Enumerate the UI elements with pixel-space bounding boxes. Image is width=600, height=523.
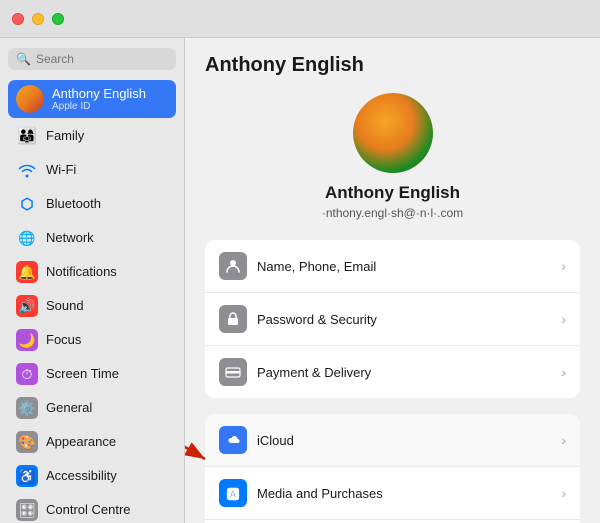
sidebar-item-appearance[interactable]: 🎨 Appearance: [8, 426, 176, 458]
icloud-icon: [219, 426, 247, 454]
network-icon: 🌐: [16, 227, 38, 249]
content-area: Anthony English Anthony English ·nthony.…: [185, 38, 600, 523]
password-chevron: ›: [561, 311, 566, 327]
content-inner: Anthony English Anthony English ·nthony.…: [185, 38, 600, 523]
sidebar-item-controlcentre-label: Control Centre: [46, 502, 131, 518]
red-arrow: [185, 424, 220, 484]
profile-name: Anthony English: [325, 183, 460, 203]
sidebar-item-screentime-label: Screen Time: [46, 366, 119, 382]
sidebar-item-wifi[interactable]: Wi-Fi: [8, 154, 176, 186]
icloud-label: iCloud: [257, 433, 561, 448]
sidebar: 🔍 Anthony English Apple ID 👨‍👩‍👧 Family: [0, 38, 185, 523]
sidebar-item-wifi-label: Wi-Fi: [46, 162, 76, 178]
sidebar-item-controlcentre[interactable]: 🎛 Control Centre: [8, 494, 176, 523]
services-menu-group: iCloud › 🅰 Media and Purchases ›: [205, 414, 580, 523]
services-section: iCloud › 🅰 Media and Purchases ›: [205, 414, 580, 523]
name-phone-icon: [219, 252, 247, 280]
sidebar-item-accessibility-label: Accessibility: [46, 468, 117, 484]
focus-icon: 🌙: [16, 329, 38, 351]
menu-item-name-phone[interactable]: Name, Phone, Email ›: [205, 240, 580, 293]
media-label: Media and Purchases: [257, 486, 561, 501]
sidebar-item-general-label: General: [46, 400, 92, 416]
menu-item-icloud[interactable]: iCloud ›: [205, 414, 580, 467]
sidebar-item-family-label: Family: [46, 128, 84, 144]
sidebar-item-network-label: Network: [46, 230, 94, 246]
profile-avatar[interactable]: [353, 93, 433, 173]
main-layout: 🔍 Anthony English Apple ID 👨‍👩‍👧 Family: [0, 38, 600, 523]
sound-icon: 🔊: [16, 295, 38, 317]
maximize-button[interactable]: [52, 13, 64, 25]
sidebar-item-screentime[interactable]: ⏱ Screen Time: [8, 358, 176, 390]
user-sublabel: Apple ID: [52, 101, 146, 112]
close-button[interactable]: [12, 13, 24, 25]
sidebar-item-general[interactable]: ⚙️ General: [8, 392, 176, 424]
payment-chevron: ›: [561, 364, 566, 380]
sidebar-item-family[interactable]: 👨‍👩‍👧 Family: [8, 120, 176, 152]
password-icon: [219, 305, 247, 333]
profile-section: Anthony English ·nthony.engl·sh@·n·l·.co…: [205, 93, 580, 220]
name-phone-label: Name, Phone, Email: [257, 259, 561, 274]
accessibility-icon: ♿: [16, 465, 38, 487]
bluetooth-icon: ⬡: [16, 193, 38, 215]
profile-email: ·nthony.engl·sh@·n·l·.com: [322, 206, 463, 220]
payment-label: Payment & Delivery: [257, 365, 561, 380]
screentime-icon: ⏱: [16, 363, 38, 385]
name-phone-chevron: ›: [561, 258, 566, 274]
page-title: Anthony English: [205, 54, 580, 77]
wifi-icon: [16, 159, 38, 181]
sidebar-item-sound[interactable]: 🔊 Sound: [8, 290, 176, 322]
media-icon: 🅰: [219, 479, 247, 507]
sidebar-item-accessibility[interactable]: ♿ Accessibility: [8, 460, 176, 492]
sidebar-item-network[interactable]: 🌐 Network: [8, 222, 176, 254]
icloud-chevron: ›: [561, 432, 566, 448]
menu-item-password[interactable]: Password & Security ›: [205, 293, 580, 346]
general-icon: ⚙️: [16, 397, 38, 419]
title-bar: [0, 0, 600, 38]
sidebar-item-focus[interactable]: 🌙 Focus: [8, 324, 176, 356]
sidebar-item-bluetooth[interactable]: ⬡ Bluetooth: [8, 188, 176, 220]
appearance-icon: 🎨: [16, 431, 38, 453]
payment-icon: [219, 358, 247, 386]
media-chevron: ›: [561, 485, 566, 501]
account-menu-group: Name, Phone, Email › Password & Security…: [205, 240, 580, 398]
menu-item-payment[interactable]: Payment & Delivery ›: [205, 346, 580, 398]
sidebar-item-notifications[interactable]: 🔔 Notifications: [8, 256, 176, 288]
family-icon: 👨‍👩‍👧: [16, 125, 38, 147]
menu-item-media[interactable]: 🅰 Media and Purchases ›: [205, 467, 580, 520]
search-icon: 🔍: [16, 52, 31, 66]
profile-avatar-image: [353, 93, 433, 173]
user-name: Anthony English: [52, 86, 146, 102]
search-box[interactable]: 🔍: [8, 48, 176, 70]
user-info: Anthony English Apple ID: [52, 86, 146, 113]
avatar-image: [16, 85, 44, 113]
avatar: [16, 85, 44, 113]
sidebar-item-user[interactable]: Anthony English Apple ID: [8, 80, 176, 118]
controlcentre-icon: 🎛: [16, 499, 38, 521]
sidebar-item-bluetooth-label: Bluetooth: [46, 196, 101, 212]
sidebar-item-appearance-label: Appearance: [46, 434, 116, 450]
sidebar-item-sound-label: Sound: [46, 298, 84, 314]
minimize-button[interactable]: [32, 13, 44, 25]
sidebar-item-focus-label: Focus: [46, 332, 81, 348]
notifications-icon: 🔔: [16, 261, 38, 283]
search-input[interactable]: [36, 52, 168, 66]
password-label: Password & Security: [257, 312, 561, 327]
sidebar-item-notifications-label: Notifications: [46, 264, 117, 280]
